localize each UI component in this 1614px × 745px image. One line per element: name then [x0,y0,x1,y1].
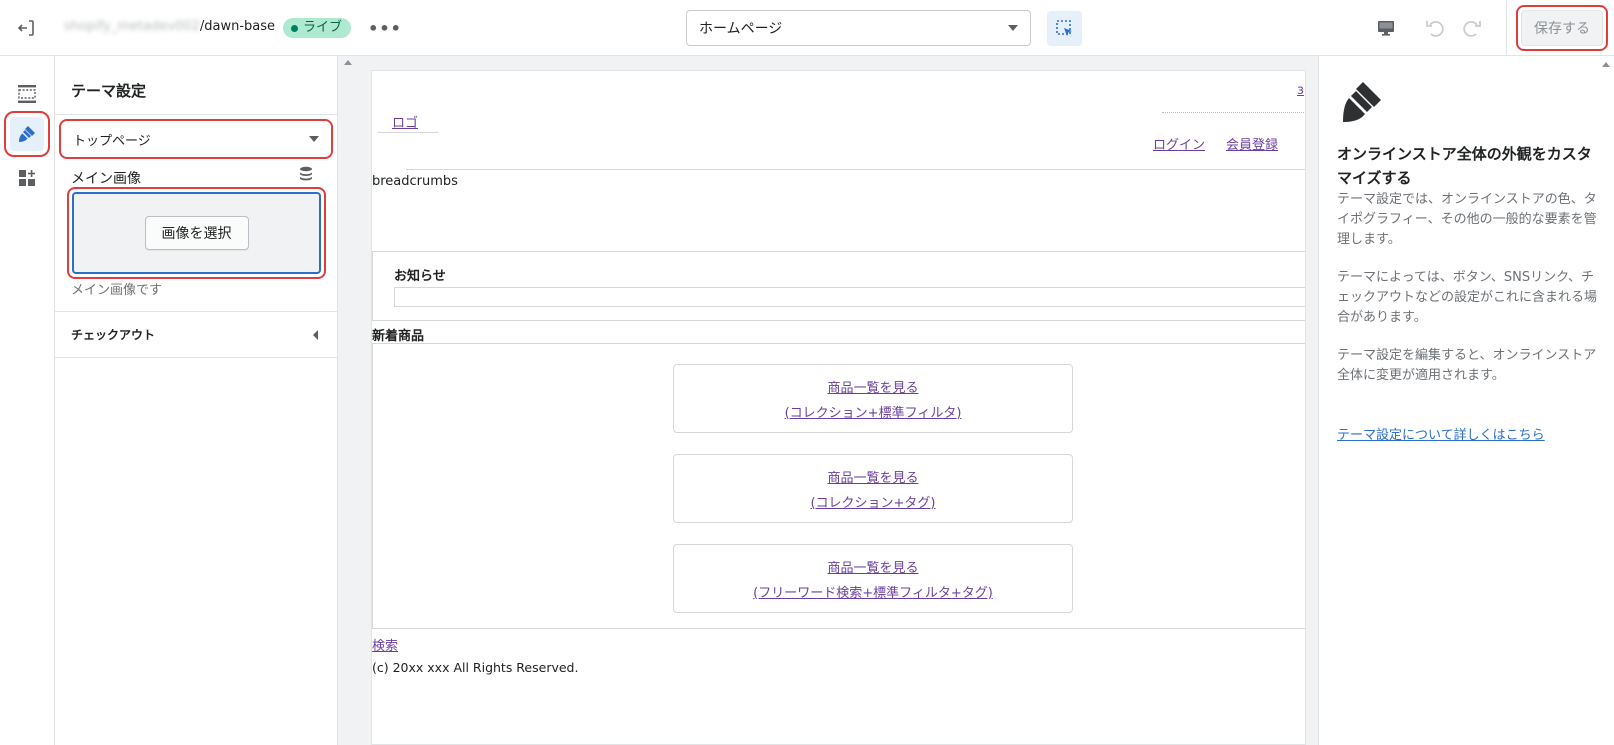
product-list-link[interactable]: 商品一覧を見る [827,467,918,486]
live-dot-icon [291,24,298,32]
info-paragraph: テーマによっては、ボタン、SNSリンク、チェックアウトなどの設定がこれに含まれる… [1337,270,1598,325]
more-icon: ••• [368,18,402,38]
redo-button[interactable] [1458,14,1486,42]
logo-link[interactable]: ロゴ [392,112,418,131]
sections-icon [18,85,36,103]
rail-apps-button[interactable] [11,162,43,194]
copyright: (c) 20xx xxx All Rights Reserved. [372,660,579,675]
desktop-icon [1378,21,1394,36]
undo-button[interactable] [1421,14,1449,42]
chevron-left-icon [313,329,318,340]
checkout-label: チェックアウト [71,328,156,342]
breadcrumbs: breadcrumbs [372,174,458,189]
storefront-preview[interactable]: з ロゴ ログイン 会員登録 breadcrumbs お知らせ 新着商品 商品一… [371,70,1306,745]
logo-underline [378,132,438,133]
store-name: shopify_metadev002/dawn-base [64,19,275,34]
product-list-subtitle[interactable]: (コレクション+標準フィルタ) [785,402,962,421]
info-heading: オンラインストア全体の外観をカスタマイズする [1337,145,1592,187]
checkout-section-toggle[interactable]: チェックアウト [55,312,338,357]
live-badge: ライブ [283,18,352,38]
save-button[interactable]: 保存する [1521,10,1603,46]
info-scroll-up-icon[interactable] [1602,62,1610,67]
undo-icon [1426,21,1444,37]
info-panel: オンラインストア全体の外観をカスタマイズする テーマ設定では、オンラインストアの… [1318,56,1614,745]
chevron-down-icon [309,136,319,142]
new-products-title: 新着商品 [372,329,425,344]
header-cut-link[interactable]: з [1297,83,1304,98]
header-divider [406,169,1305,170]
preview-scroll-up-icon[interactable] [344,60,352,65]
settings-divider [55,357,338,358]
image-picker[interactable]: 画像を選択 [72,192,321,274]
rail-theme-settings-highlight [4,111,50,157]
product-list-link[interactable]: 商品一覧を見る [827,377,918,396]
notice-title: お知らせ [394,269,446,284]
learn-more-link[interactable]: テーマ設定について詳しくはこちら [1337,424,1545,443]
store-name-suffix: /dawn-base [199,19,276,34]
live-badge-label: ライブ [303,20,343,35]
inspector-icon [1055,19,1072,36]
notice-section: お知らせ [372,251,1305,321]
page-select-value: ホームページ [699,21,783,37]
inspector-button[interactable] [1047,11,1082,46]
store-name-prefix: shopify_metadev002 [64,19,200,34]
search-link[interactable]: 検索 [372,635,398,654]
exit-button[interactable] [12,14,40,42]
left-rail [0,56,55,745]
settings-divider [55,114,338,115]
main-image-help: メイン画像です [71,283,163,298]
device-preview-button[interactable] [1372,14,1400,42]
notice-content [394,287,1305,307]
image-picker-highlight: 画像を選択 [67,187,326,279]
main-image-label: メイン画像 [71,171,141,187]
section-select-highlight: トップページ [59,119,333,159]
product-list-card[interactable]: 商品一覧を見る (コレクション+タグ) [673,454,1073,523]
product-list-subtitle[interactable]: (フリーワード検索+標準フィルタ+タグ) [753,582,993,601]
settings-title: テーマ設定 [71,82,147,100]
redo-icon [1463,21,1481,37]
product-list-card[interactable]: 商品一覧を見る (フリーワード検索+標準フィルタ+タグ) [673,544,1073,613]
apps-icon [19,170,35,186]
section-select-value: トップページ [73,133,151,149]
rail-sections-button[interactable] [11,78,43,110]
new-products-section: 商品一覧を見る (コレクション+標準フィルタ) 商品一覧を見る (コレクション+… [372,343,1305,629]
page-select[interactable]: ホームページ [686,10,1031,46]
save-button-highlight: 保存する [1516,5,1608,51]
top-bar: shopify_metadev002/dawn-base ライブ ••• ホーム… [0,0,1614,56]
chevron-down-icon [1008,25,1018,31]
info-paragraph: テーマ設定では、オンラインストアの色、タイポグラフィー、その他の一般的な要素を管… [1337,192,1597,247]
dynamic-source-button[interactable] [298,166,316,184]
paintbrush-icon [1343,82,1381,122]
product-list-link[interactable]: 商品一覧を見る [827,557,918,576]
info-paragraph: テーマ設定を編集すると、オンラインストア全体に変更が適用されます。 [1337,348,1597,383]
register-link[interactable]: 会員登録 [1226,134,1278,153]
database-icon [300,166,312,181]
topbar-divider [1506,0,1507,56]
product-list-subtitle[interactable]: (コレクション+タグ) [810,492,935,511]
choose-image-button[interactable]: 画像を選択 [144,216,249,250]
preview-area[interactable]: з ロゴ ログイン 会員登録 breadcrumbs お知らせ 新着商品 商品一… [338,56,1318,745]
section-select[interactable]: トップページ [65,125,327,153]
product-list-card[interactable]: 商品一覧を見る (コレクション+標準フィルタ) [673,364,1073,433]
paintbrush-icon [19,126,35,142]
login-link[interactable]: ログイン [1153,134,1205,153]
exit-icon [17,20,34,36]
more-actions-button[interactable]: ••• [368,16,401,40]
theme-settings-panel: テーマ設定 トップページ メイン画像 画像を選択 メイン画像です チェックアウト [55,56,338,745]
rail-theme-settings-button[interactable] [10,117,44,151]
header-dotted-line [1162,112,1305,113]
